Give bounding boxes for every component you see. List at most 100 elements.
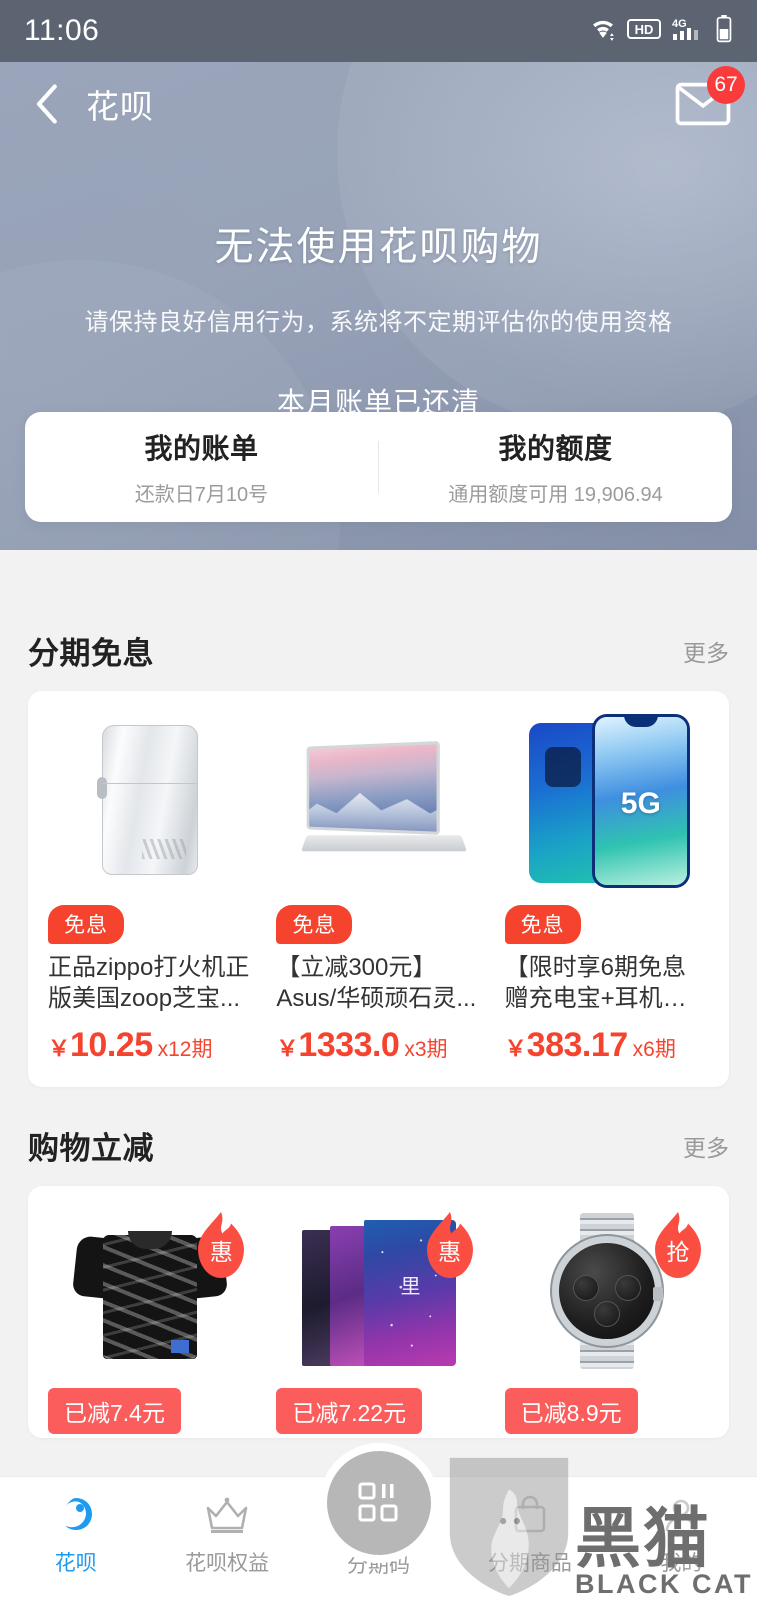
product-card[interactable]: 免息 【立减300元】Asus/华硕顽石灵... ￥ 1333.0 x3期 (264, 707, 492, 1065)
section-installment: 分期免息 更多 免息 正品zippo打火机正版美国zoop芝宝... ￥ 10.… (0, 602, 757, 1088)
signal-4g-icon: 4G (670, 16, 706, 47)
chronograph-watch-image: 抢 (505, 1206, 709, 1376)
person-icon (660, 1493, 702, 1539)
status-time: 11:06 (24, 14, 100, 47)
installment-code-fab[interactable] (326, 1451, 431, 1555)
back-button[interactable] (26, 84, 66, 124)
price-periods: x12期 (157, 1038, 213, 1062)
zippo-engraving (142, 839, 187, 859)
watch-dial (558, 1243, 663, 1340)
nav-label: 分期商品 (487, 1552, 572, 1575)
currency-symbol: ￥ (504, 1036, 527, 1062)
price-amount: 10.25 (70, 1026, 153, 1065)
section-discount-title: 购物立减 (28, 1131, 154, 1167)
product-card[interactable]: 惠 已减7.4元 BOOSTER (36, 1206, 264, 1438)
message-badge: 67 (707, 66, 745, 104)
hd-icon: HD (627, 17, 661, 46)
my-bill-title: 我的账单 (144, 433, 259, 464)
hero-subtitle: 请保持良好信用行为，系统将不定期评估你的使用资格 (84, 309, 673, 336)
crown-icon (204, 1493, 250, 1539)
installment-code-icon (358, 1482, 398, 1522)
watch-subdial-left (572, 1275, 599, 1302)
laptop-art (292, 741, 468, 856)
flame-badge-text: 抢 (666, 1239, 690, 1266)
zippo-lighter-art (97, 725, 199, 875)
price-amount: 1333.0 (298, 1026, 400, 1065)
tshirt-label (171, 1340, 190, 1354)
summary-card: 我的账单 还款日7月10号 我的额度 通用额度可用 19,906.94 (25, 412, 732, 522)
section-discount-header: 购物立减 更多 (0, 1097, 757, 1186)
app-screen: 11:06 HD 4G 花呗 67 无法使用花呗购物 请保持良好信用行为，系统将… (0, 0, 757, 1600)
nav-item-installment-goods[interactable]: 分期商品 (454, 1493, 605, 1577)
nav-item-huabei[interactable]: 花呗 (0, 1493, 151, 1577)
nav-item-mine[interactable]: 我的 (606, 1493, 757, 1577)
svg-text:4G: 4G (672, 18, 687, 30)
watch-crown (652, 1287, 663, 1302)
installment-tag: 免息 (504, 905, 581, 944)
section-discount-more[interactable]: 更多 (683, 1129, 729, 1163)
product-title: 正品zippo打火机正版美国zoop芝宝... (48, 954, 250, 1013)
section-installment-header: 分期免息 更多 (0, 602, 757, 691)
battery-icon (715, 14, 733, 48)
product-price: ￥ 10.25 x12期 (48, 1026, 252, 1065)
nav-label: 我的 (660, 1552, 703, 1575)
product-card[interactable]: 5G 免息 【限时享6期免息赠充电宝+耳机】小... ￥ 383.17 x6期 (493, 707, 721, 1065)
page-title: 花呗 (86, 88, 154, 125)
svg-text:HD: HD (635, 22, 654, 37)
huabei-logo-icon (54, 1493, 98, 1539)
product-card[interactable]: 免息 正品zippo打火机正版美国zoop芝宝... ￥ 10.25 x12期 (36, 707, 264, 1065)
asus-laptop-image (276, 707, 481, 893)
message-button[interactable]: 67 (675, 66, 745, 128)
installment-product-list: 免息 正品zippo打火机正版美国zoop芝宝... ￥ 10.25 x12期 … (28, 691, 729, 1088)
my-bill-desc: 还款日7月10号 (134, 484, 269, 506)
hero-body: 无法使用花呗购物 请保持良好信用行为，系统将不定期评估你的使用资格 本月账单已还… (0, 146, 757, 421)
product-title: 【限时享6期免息赠充电宝+耳机】小... (504, 954, 687, 1013)
phone-front: 5G (594, 717, 687, 885)
xiaomi-5g-phone-image: 5G (504, 707, 709, 893)
laptop-screen (307, 741, 441, 835)
installment-tag: 免息 (276, 905, 353, 944)
price-amount: 383.17 (526, 1026, 629, 1065)
phone-art: 5G (523, 711, 691, 889)
product-card[interactable]: 里 惠 已减7.22元 正版...篇 (264, 1206, 492, 1438)
black-tshirt-image: 惠 (48, 1206, 252, 1376)
app-navbar: 花呗 67 (0, 62, 757, 146)
product-card[interactable]: 抢 已减8.9元 2019新款休闲男士 (493, 1206, 721, 1438)
price-periods: x3期 (404, 1038, 448, 1062)
product-price: ￥ 1333.0 x3期 (276, 1026, 480, 1065)
discount-tag: 已减8.9元 (504, 1388, 638, 1435)
bottom-navigation: 花呗 花呗权益 分期码 分期商品 我的 (0, 1451, 757, 1600)
nav-item-installment-code[interactable]: 分期码 (303, 1451, 454, 1579)
status-bar: 11:06 HD 4G (0, 0, 757, 62)
phone-camera-module (544, 747, 581, 787)
discount-tag: 已减7.4元 (48, 1388, 181, 1435)
nav-item-rights[interactable]: 花呗权益 (151, 1493, 302, 1577)
flame-badge-text: 惠 (209, 1239, 233, 1266)
discount-product-list: 惠 已减7.4元 BOOSTER 里 惠 已减7.22元 (28, 1186, 729, 1439)
installment-tag: 免息 (48, 905, 124, 944)
chevron-left-icon (36, 84, 57, 124)
galaxy-books-image: 里 惠 (276, 1206, 480, 1376)
installment-goods-icon (509, 1493, 551, 1539)
section-installment-title: 分期免息 (28, 636, 154, 671)
wifi-icon (588, 16, 618, 47)
nav-label: 花呗 (54, 1552, 97, 1575)
currency-symbol: ￥ (276, 1036, 299, 1062)
hero-title: 无法使用花呗购物 (214, 226, 543, 269)
section-installment-more[interactable]: 更多 (683, 634, 729, 668)
my-credit-entry[interactable]: 我的额度 通用额度可用 19,906.94 (379, 427, 732, 507)
flame-badge-text: 惠 (438, 1239, 462, 1266)
my-credit-desc: 通用额度可用 19,906.94 (448, 484, 663, 506)
discount-tag: 已减7.22元 (276, 1388, 423, 1435)
book-cover-text: 里 (400, 1276, 421, 1298)
section-discount: 购物立减 更多 惠 已减7.4元 里 惠 已减7.22元 抢 已减8.9元 (0, 1097, 757, 1439)
my-credit-title: 我的额度 (498, 433, 613, 464)
my-bill-entry[interactable]: 我的账单 还款日7月10号 (25, 427, 378, 507)
watch-subdial-bottom (593, 1301, 620, 1328)
product-title: 【立减300元】Asus/华硕顽石灵... (276, 954, 477, 1013)
phone-5g-label: 5G (620, 787, 661, 821)
laptop-keyboard (301, 835, 468, 852)
zippo-lighter-image (48, 707, 253, 893)
currency-symbol: ￥ (48, 1036, 71, 1062)
watch-subdial-right (614, 1275, 641, 1302)
